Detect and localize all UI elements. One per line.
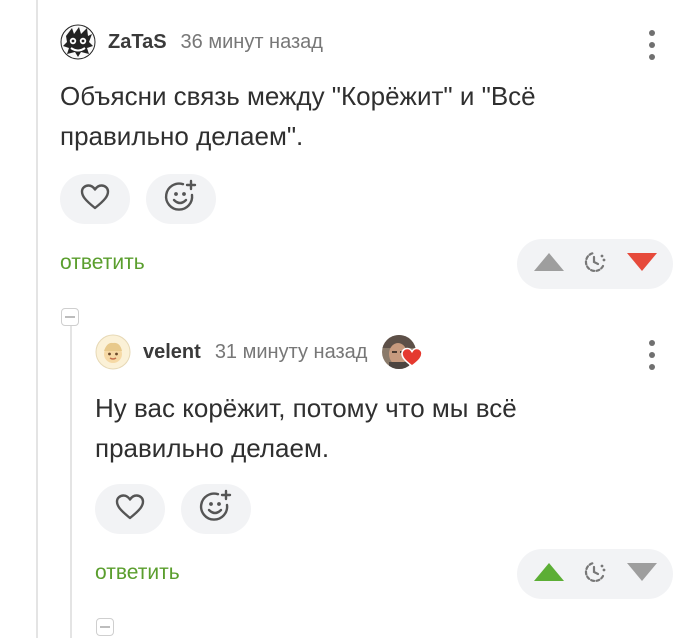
reply-link[interactable]: ответить: [95, 561, 180, 585]
collapse-minus-icon[interactable]: [96, 618, 114, 636]
heart-icon: [401, 347, 424, 372]
like-button[interactable]: [95, 484, 165, 534]
comment: velent 31 минуту назад Ну вас корёжит, п…: [0, 300, 700, 638]
reaction-avatar[interactable]: [381, 334, 424, 370]
add-reaction-icon: [163, 179, 199, 220]
timestamp: 31 минуту назад: [214, 340, 368, 363]
triangle-down-icon: [625, 561, 659, 588]
timer-button[interactable]: [573, 549, 617, 599]
reply-link[interactable]: ответить: [60, 251, 145, 275]
more-vertical-icon[interactable]: [648, 340, 656, 370]
username[interactable]: ZaTaS: [108, 31, 167, 54]
avatar[interactable]: [95, 334, 131, 370]
add-reaction-icon: [198, 489, 234, 530]
timer-button[interactable]: [573, 239, 617, 289]
username[interactable]: velent: [143, 341, 201, 364]
comment: ZaTaS 36 минут назад Объясни связь между…: [0, 0, 700, 300]
heart-icon: [80, 183, 110, 216]
timestamp: 36 минут назад: [180, 30, 323, 53]
upvote-button[interactable]: [527, 239, 571, 289]
downvote-button[interactable]: [617, 549, 667, 599]
comment-header: velent 31 минуту назад: [95, 332, 424, 372]
heart-icon: [115, 493, 145, 526]
more-vertical-icon[interactable]: [648, 30, 656, 60]
triangle-down-icon: [625, 251, 659, 278]
comment-text-line: правильно делаем".: [60, 121, 304, 151]
upvote-button[interactable]: [527, 549, 571, 599]
timer-icon: [581, 558, 609, 591]
triangle-up-icon: [532, 561, 566, 588]
comment-text-line: правильно делаем.: [95, 433, 330, 463]
rating-control: [517, 549, 673, 599]
comment-header: ZaTaS 36 минут назад: [60, 22, 323, 62]
comment-text: Объясни связь между "Корёжит" и "Всё пра…: [60, 76, 536, 156]
timer-icon: [581, 248, 609, 281]
comment-text: Ну вас корёжит, потому что мы всё правил…: [95, 388, 517, 468]
add-reaction-button[interactable]: [181, 484, 251, 534]
add-reaction-button[interactable]: [146, 174, 216, 224]
triangle-up-icon: [532, 251, 566, 278]
downvote-button[interactable]: [617, 239, 667, 289]
like-button[interactable]: [60, 174, 130, 224]
comment-text-line: Объясни связь между "Корёжит" и "Всё: [60, 81, 536, 111]
avatar[interactable]: [60, 24, 96, 60]
comment-text-line: Ну вас корёжит, потому что мы всё: [95, 393, 517, 423]
rating-control: [517, 239, 673, 289]
